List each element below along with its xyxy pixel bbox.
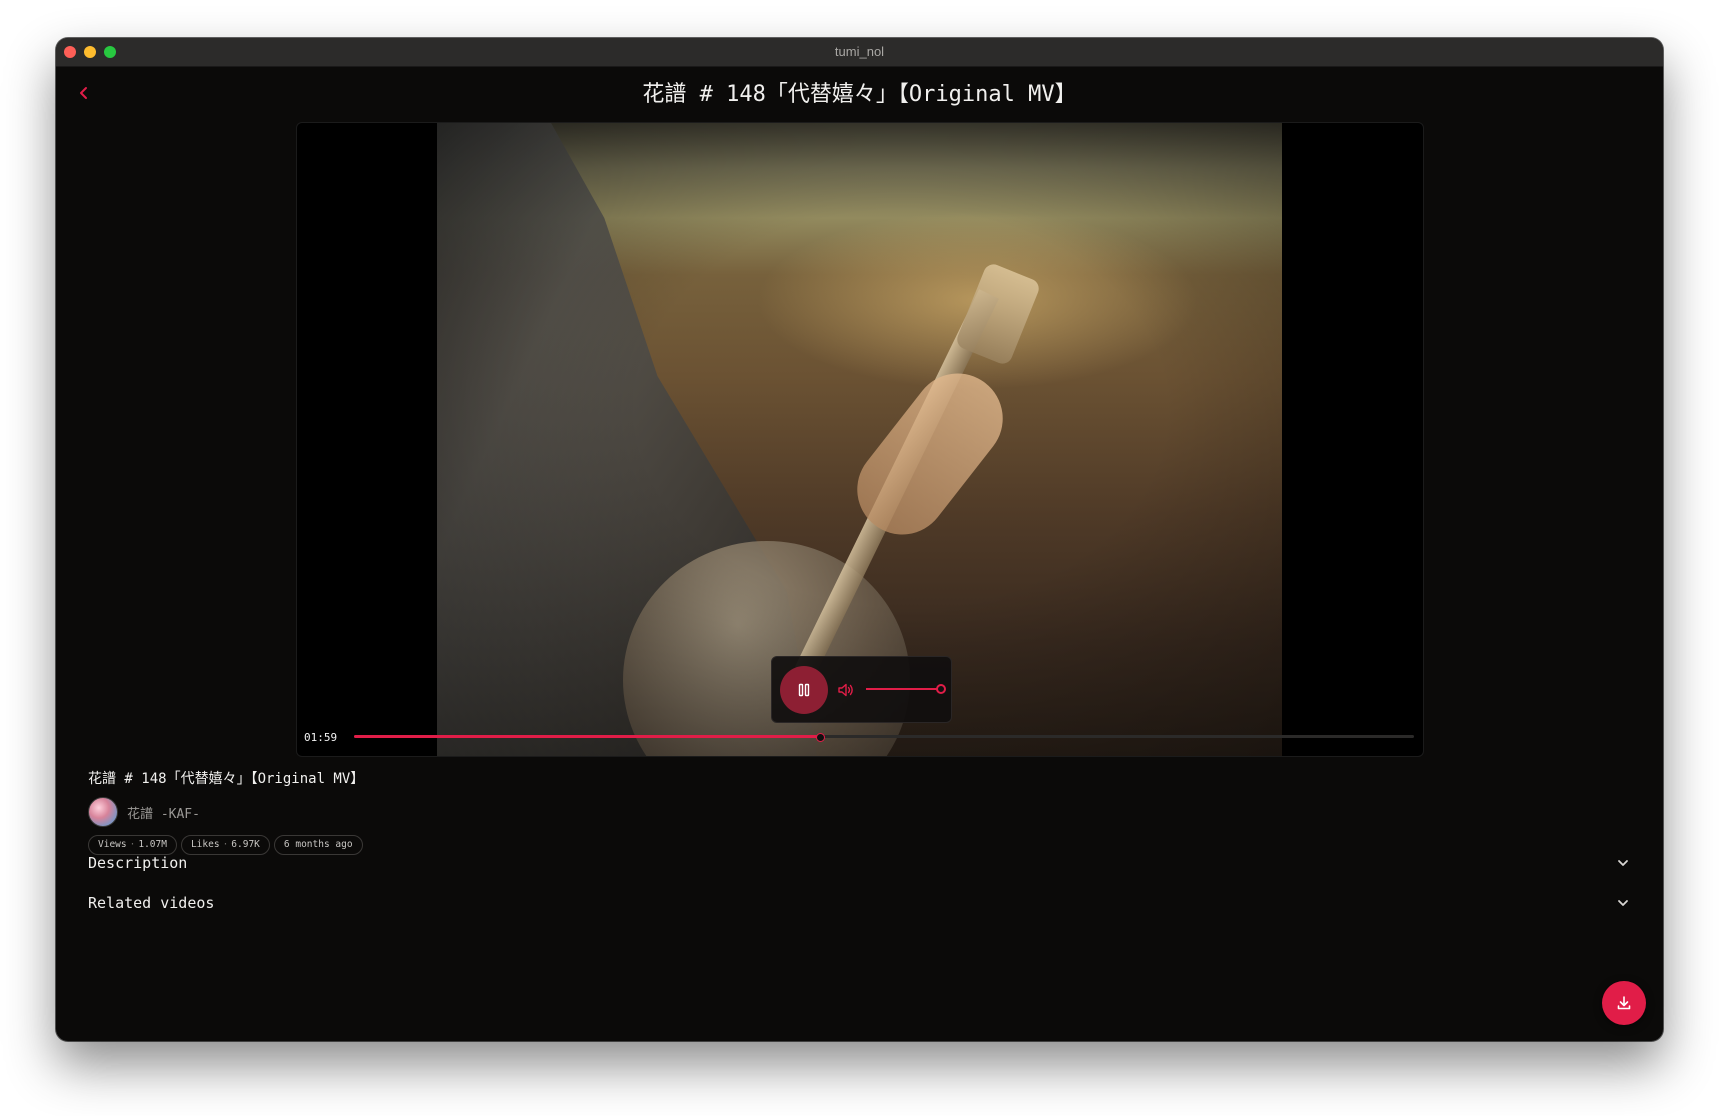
channel-link[interactable]: 花譜 -KAF- xyxy=(88,797,200,827)
pause-icon xyxy=(798,683,810,697)
video-player[interactable]: 01:59 xyxy=(296,122,1424,757)
page-title: 花譜 # 148「代替嬉々」【Original MV】 xyxy=(642,82,1077,107)
channel-avatar[interactable] xyxy=(88,797,118,827)
title-bar: tumi_nol xyxy=(56,38,1663,67)
volume-slider-handle[interactable] xyxy=(935,684,946,694)
video-title: 花譜 # 148「代替嬉々」【Original MV】 xyxy=(88,771,365,787)
chevron-down-icon xyxy=(1618,860,1628,866)
description-section-toggle[interactable]: Description xyxy=(88,848,1631,878)
related-videos-section-toggle[interactable]: Related videos xyxy=(88,888,1631,918)
current-time: 01:59 xyxy=(304,731,338,744)
description-label: Description xyxy=(88,854,188,872)
chevron-down-icon xyxy=(1618,900,1628,906)
seek-bar[interactable] xyxy=(354,732,1414,742)
player-controls xyxy=(771,656,952,723)
related-videos-label: Related videos xyxy=(88,894,215,912)
volume-icon[interactable] xyxy=(837,681,855,699)
seek-bar-handle[interactable] xyxy=(816,733,826,742)
app-window: tumi_nol 花譜 # 148「代替嬉々」【Original MV】 01:… xyxy=(56,38,1663,1041)
window-title: tumi_nol xyxy=(834,44,885,59)
volume-slider[interactable] xyxy=(866,681,946,697)
channel-name[interactable]: 花譜 -KAF- xyxy=(127,803,200,822)
pause-button[interactable] xyxy=(780,666,828,714)
download-icon xyxy=(1617,996,1631,1010)
seek-bar-progress xyxy=(354,735,821,738)
download-button[interactable] xyxy=(1602,981,1646,1025)
volume-level xyxy=(866,688,940,690)
